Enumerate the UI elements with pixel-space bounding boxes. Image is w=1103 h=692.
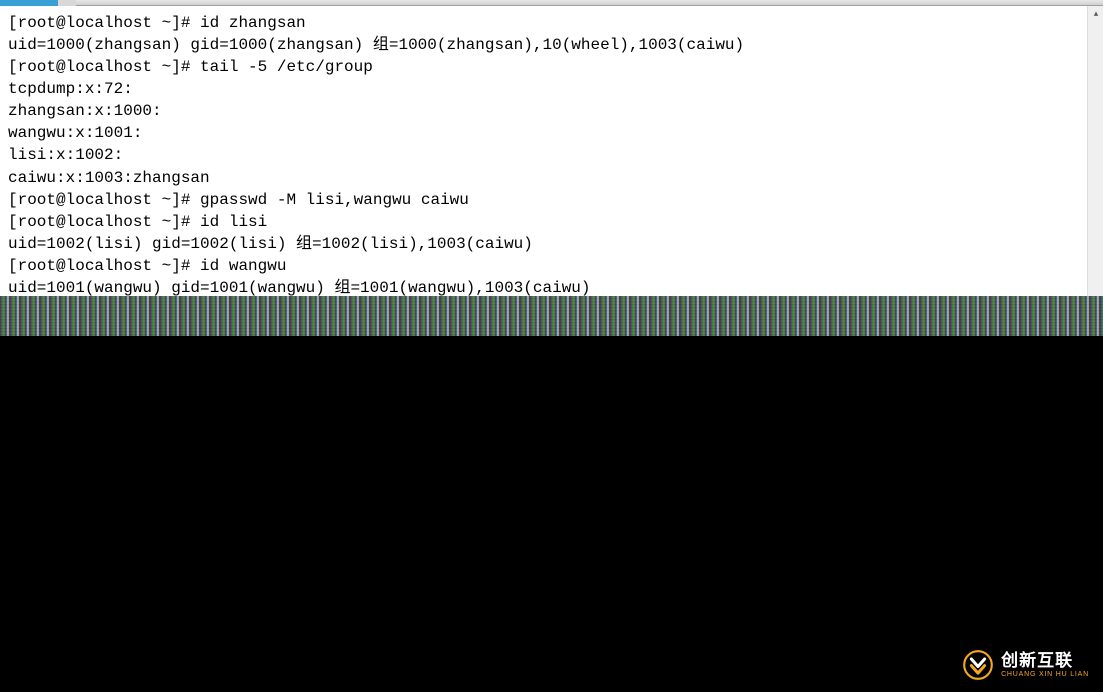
watermark: 创新互联 CHUANG XIN HU LIAN [963,650,1089,680]
terminal-line: caiwu:x:1003:zhangsan [8,167,1095,189]
terminal-line: [root@localhost ~]# gpasswd -M lisi,wang… [8,189,1095,211]
watermark-main-text: 创新互联 [1001,652,1089,669]
terminal-line: [root@localhost ~]# tail -5 /etc/group [8,56,1095,78]
terminal-line: [root@localhost ~]# id zhangsan [8,12,1095,34]
terminal-output[interactable]: [root@localhost ~]# id zhangsan uid=1000… [0,6,1103,296]
watermark-text: 创新互联 CHUANG XIN HU LIAN [1001,652,1089,678]
terminal-line: uid=1001(wangwu) gid=1001(wangwu) 组=1001… [8,277,1095,296]
tab-close-area[interactable] [58,0,76,6]
active-tab[interactable] [0,0,58,6]
terminal-line: uid=1000(zhangsan) gid=1000(zhangsan) 组=… [8,34,1095,56]
tab-strip [0,0,76,6]
terminal-line: tcpdump:x:72: [8,78,1095,100]
terminal-line: wangwu:x:1001: [8,122,1095,144]
terminal-line: uid=1002(lisi) gid=1002(lisi) 组=1002(lis… [8,233,1095,255]
terminal-line: zhangsan:x:1000: [8,100,1095,122]
artifact-band [0,296,1103,336]
terminal-line: [root@localhost ~]# id lisi [8,211,1095,233]
scroll-up-arrow-icon[interactable]: ▴ [1088,6,1103,22]
watermark-logo-icon [963,650,993,680]
terminal-line: lisi:x:1002: [8,144,1095,166]
terminal-line: [root@localhost ~]# id wangwu [8,255,1095,277]
watermark-sub-text: CHUANG XIN HU LIAN [1001,671,1089,678]
vertical-scrollbar[interactable]: ▴ [1087,6,1103,296]
